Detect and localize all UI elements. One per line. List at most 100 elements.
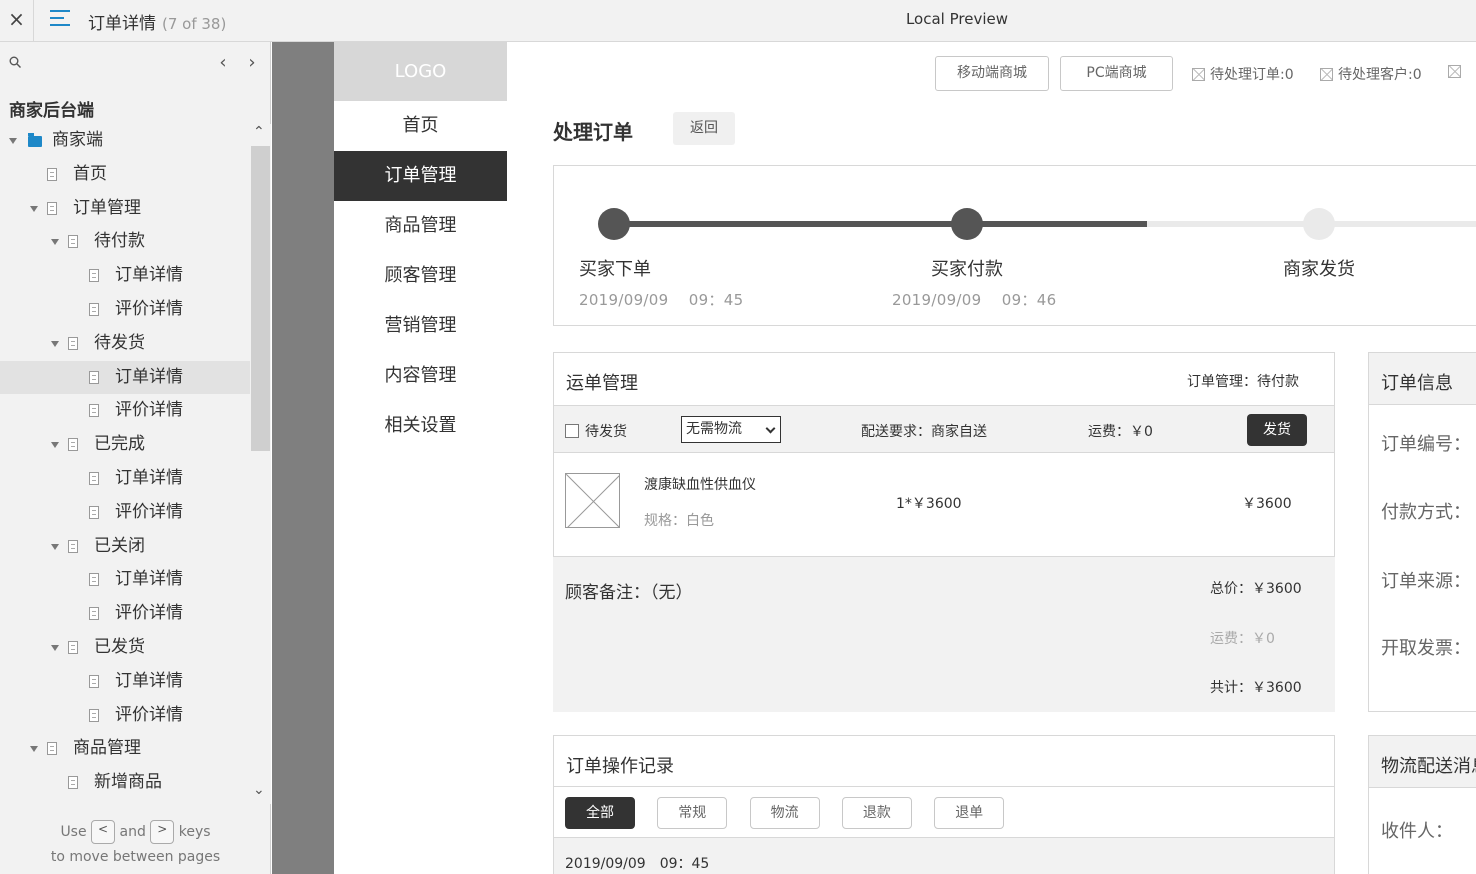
record-tab[interactable]: 物流 (749, 797, 820, 829)
tree-item[interactable]: 已完成 (0, 428, 250, 462)
expand-triangle-icon[interactable] (30, 746, 38, 753)
product-name[interactable]: 渡康缺血性供血仪 (644, 474, 756, 494)
scroll-up-icon[interactable]: ⌃ (253, 124, 265, 140)
prev-page-icon[interactable]: ‹ (214, 52, 232, 73)
record-tab[interactable]: 退款 (841, 797, 912, 829)
summary-freight: 运费：￥0 (1210, 631, 1275, 647)
await-ship-checkbox[interactable]: 待发货 (565, 421, 627, 441)
tree-item[interactable]: 订单详情 (0, 462, 250, 496)
shipping-title: 运单管理 (566, 373, 638, 394)
pending-customers[interactable]: 待处理客户:0 (1320, 64, 1422, 84)
tree-item[interactable]: 订单详情 (0, 665, 250, 699)
tree-item[interactable]: 评价详情 (0, 496, 250, 530)
nav-item[interactable]: 商品管理 (334, 201, 507, 251)
tree-item[interactable]: 订单详情 (0, 563, 250, 597)
page-icon (89, 708, 99, 722)
nav-item[interactable]: 订单管理 (334, 151, 507, 201)
back-button[interactable]: 返回 (673, 112, 735, 145)
close-icon[interactable]: × (0, 0, 34, 41)
step-label-3: 商家发货 (1283, 259, 1355, 280)
nav-list: 首页 订单管理 商品管理 顾客管理 营销管理 内容管理 相关设置 (334, 101, 507, 451)
expand-triangle-icon[interactable] (30, 205, 38, 212)
tree-item[interactable]: 订单管理 (0, 192, 250, 226)
record-tab[interactable]: 常规 (657, 797, 728, 829)
tree-item[interactable]: 待发货 (0, 327, 250, 361)
order-source-label: 订单来源： (1381, 571, 1471, 592)
ship-button[interactable]: 发货 (1247, 414, 1307, 446)
page-icon (47, 167, 57, 181)
records-title: 订单操作记录 (566, 756, 674, 777)
expand-triangle-icon[interactable] (9, 138, 17, 144)
nav-item[interactable]: 营销管理 (334, 301, 507, 351)
next-page-icon[interactable]: › (243, 52, 261, 73)
pending-orders[interactable]: 待处理订单:0 (1192, 64, 1294, 84)
nav-item[interactable]: 首页 (334, 101, 507, 151)
tree-item[interactable]: 商品管理 (0, 732, 250, 766)
customer-note: 顾客备注：（无） (565, 583, 693, 603)
tree-item[interactable]: 待付款 (0, 225, 250, 259)
tree-item[interactable]: 评价详情 (0, 394, 250, 428)
order-number-label: 订单编号： (1381, 434, 1471, 455)
logistics-title: 物流配送消息 (1381, 756, 1476, 777)
logistics-select[interactable]: 无需物流 (681, 416, 781, 443)
shipping-panel: 运单管理 订单管理：待付款 待发货 无需物流 配送要求：商家自送 运费：￥0 发… (553, 352, 1335, 557)
expand-triangle-icon[interactable] (51, 239, 59, 246)
tree-item[interactable]: 评价详情 (0, 699, 250, 733)
tree-item-label: 已发货 (94, 636, 145, 657)
mobile-mall-button[interactable]: 移动端商城 (935, 56, 1049, 91)
product-qty-price: 1*￥3600 (896, 496, 962, 512)
tree-item[interactable]: 新增商品 (0, 766, 250, 800)
tree-item-label: 待发货 (94, 332, 145, 353)
page-icon (89, 471, 99, 485)
tree-item[interactable]: 订单详情 (0, 259, 250, 293)
shipping-freight: 运费：￥0 (1088, 424, 1153, 440)
tree-item[interactable]: 商家端 (0, 124, 250, 158)
tree-item[interactable]: 已发货 (0, 631, 250, 665)
tree-item[interactable]: 首页 (0, 158, 250, 192)
menu-icon[interactable] (50, 10, 70, 30)
product-spec: 规格：白色 (644, 513, 714, 529)
step-clock-1: 09：45 (688, 291, 744, 309)
record-tab[interactable]: 全部 (565, 797, 635, 829)
step-label-1: 买家下单 (579, 259, 651, 280)
page-icon (68, 776, 78, 790)
expand-triangle-icon[interactable] (51, 543, 59, 550)
tree-item[interactable]: 评价详情 (0, 293, 250, 327)
tree-item[interactable]: 评价详情 (0, 597, 250, 631)
search-icon[interactable] (9, 56, 21, 68)
page-icon (89, 269, 99, 283)
keyboard-hint: Use < and > keys to move between pages (0, 820, 271, 870)
step-label-2: 买家付款 (931, 259, 1003, 280)
nav-item[interactable]: 相关设置 (334, 401, 507, 451)
step-dot-1 (598, 208, 630, 240)
page-icon (68, 336, 78, 350)
step-date-1: 2019/09/09 (579, 291, 669, 309)
expand-triangle-icon[interactable] (51, 644, 59, 651)
order-info-panel: 订单信息 订单编号： 付款方式： 订单来源： 开取发票： (1368, 352, 1476, 712)
tree-item[interactable]: 订单详情 (0, 360, 250, 395)
pc-mall-button[interactable]: PC端商城 (1060, 56, 1173, 91)
operation-records-panel: 订单操作记录 全部 常规 物流 退款 退单 2019/09/09 09：45 (553, 735, 1335, 874)
summary-total: 总价：￥3600 (1210, 581, 1302, 597)
record-tab[interactable]: 退单 (934, 797, 1005, 829)
expand-triangle-icon[interactable] (51, 340, 59, 347)
scroll-down-icon[interactable]: ⌄ (253, 782, 265, 798)
await-ship-label: 待发货 (585, 424, 627, 440)
nav-item[interactable]: 顾客管理 (334, 251, 507, 301)
page-icon (89, 302, 99, 316)
scrollbar-thumb[interactable] (251, 146, 270, 451)
tree-item-label: 待付款 (94, 231, 145, 252)
step-dot-2 (951, 208, 983, 240)
tree-item[interactable]: 已关闭 (0, 530, 250, 564)
checkbox-icon[interactable] (565, 424, 579, 438)
expand-triangle-icon[interactable] (51, 442, 59, 449)
nav-item[interactable]: 内容管理 (334, 351, 507, 401)
pending-more[interactable] (1448, 64, 1466, 80)
broken-image-icon (1192, 68, 1205, 81)
page-icon (89, 370, 99, 384)
page-tree: 商家端 首页 订单管理 待付款 订单详情 评价详情 待发货 订单详情 评价详情 已完成 订单详情 评价… (0, 124, 250, 804)
tree-item-label: 已完成 (94, 434, 145, 455)
page-icon (68, 235, 78, 249)
page-title-text: 订单详情 (88, 14, 156, 34)
step-time-1: 2019/09/09 09：45 (579, 289, 743, 310)
